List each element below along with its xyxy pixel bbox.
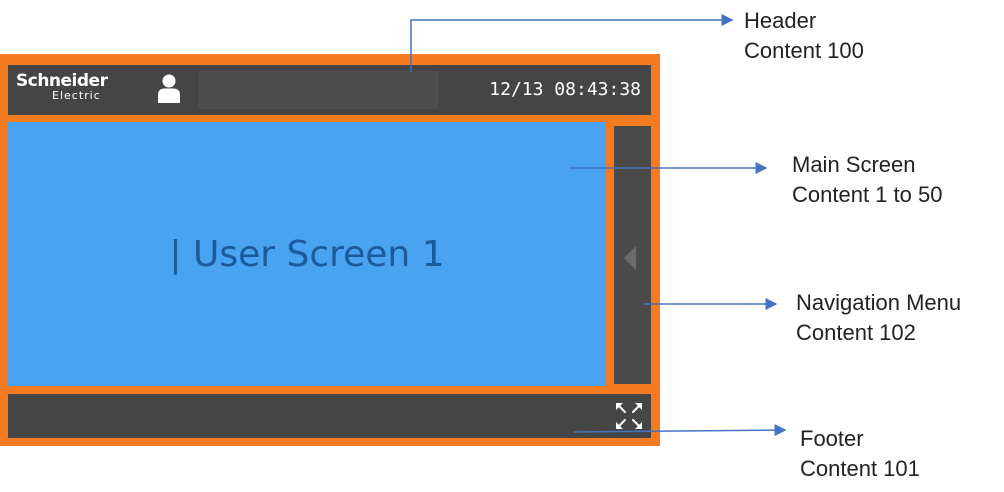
nav-collapse-arrow-icon[interactable]	[624, 246, 636, 270]
main-screen[interactable]: | User Screen 1	[8, 122, 606, 386]
footer-bar	[8, 394, 651, 438]
logo-wordmark: Schneider	[16, 71, 108, 91]
navigation-menu[interactable]	[614, 126, 651, 384]
footer-annotation: Footer Content 101	[800, 424, 920, 484]
user-icon[interactable]	[156, 73, 182, 103]
header-bar: Schneider Electric 12/13 08:43:38	[8, 65, 651, 115]
nav-annotation: Navigation Menu Content 102	[796, 288, 961, 348]
hmi-frame: Schneider Electric 12/13 08:43:38 | User…	[0, 54, 660, 446]
main-annotation: Main Screen Content 1 to 50	[792, 150, 942, 210]
header-datetime: 12/13 08:43:38	[489, 79, 641, 100]
footer-annotation-content: Content 101	[800, 456, 920, 481]
schneider-electric-logo: Schneider Electric	[16, 71, 136, 111]
main-annotation-title: Main Screen	[792, 152, 916, 177]
footer-annotation-title: Footer	[800, 426, 864, 451]
user-screen-label: | User Screen 1	[169, 233, 445, 275]
header-annotation: Header Content 100	[744, 6, 864, 66]
header-annotation-title: Header	[744, 8, 817, 33]
header-content-field	[198, 71, 438, 109]
nav-annotation-title: Navigation Menu	[796, 290, 962, 315]
main-annotation-content: Content 1 to 50	[792, 182, 943, 207]
header-annotation-content: Content 100	[744, 38, 864, 63]
expand-icon[interactable]	[613, 400, 645, 432]
logo-subtitle: Electric	[52, 89, 101, 102]
nav-annotation-content: Content 102	[796, 320, 916, 345]
